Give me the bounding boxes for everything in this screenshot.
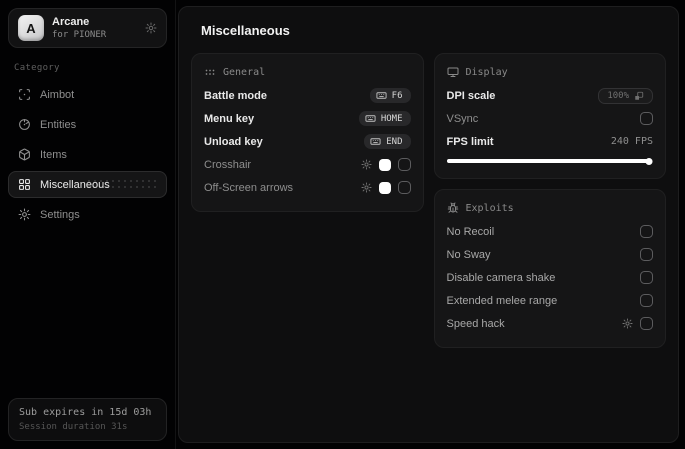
sidebar-item-label: Aimbot (40, 88, 75, 101)
brand-card: A Arcane for PIONER (8, 8, 167, 48)
dpi-scale-select[interactable]: 100% (598, 87, 653, 104)
monitor-icon (447, 66, 459, 78)
disable-camera-shake-row: Disable camera shake (446, 266, 653, 289)
fps-limit-value: 240 FPS (610, 136, 653, 147)
bug-icon (447, 202, 459, 214)
sidebar-item-miscellaneous[interactable]: Miscellaneous (8, 171, 167, 198)
exploits-header: Exploits (465, 202, 514, 214)
grid-icon (18, 178, 31, 191)
fps-limit-label: FPS limit (446, 135, 494, 148)
menu-key-label: Menu key (204, 112, 255, 125)
offscreen-arrows-settings-gear-icon[interactable] (360, 182, 372, 193)
keyboard-icon (376, 90, 387, 101)
extended-melee-range-checkbox[interactable] (640, 294, 653, 307)
sub-expiry-text: Sub expires in 15d 03h (19, 407, 152, 418)
no-recoil-label: No Recoil (446, 225, 495, 238)
unload-key-row: Unload key END (204, 130, 411, 153)
speed-hack-row: Speed hack (446, 312, 653, 335)
general-panel: General Battle mode F6 Menu key HOME Unl… (191, 53, 424, 212)
sidebar-item-aimbot[interactable]: Aimbot (8, 81, 167, 108)
crosshair-scan-icon (18, 88, 31, 101)
display-header: Display (465, 66, 508, 78)
no-recoil-checkbox[interactable] (640, 225, 653, 238)
fps-limit-row: FPS limit 240 FPS (447, 130, 654, 153)
dpi-scale-row: DPI scale 100% (446, 84, 653, 107)
fps-limit-slider[interactable] (446, 156, 653, 166)
extended-melee-range-label: Extended melee range (446, 294, 558, 307)
crosshair-label: Crosshair (204, 158, 252, 171)
gear-icon (18, 208, 31, 221)
crosshair-row: Crosshair (204, 153, 411, 176)
session-duration-text: Session duration 31s (19, 422, 128, 432)
sidebar-item-label: Items (40, 148, 67, 161)
fps-slider-fill (446, 159, 649, 163)
menu-key-keybind[interactable]: HOME (358, 111, 411, 126)
offscreen-arrows-checkbox[interactable] (397, 181, 411, 194)
sidebar-nav: Aimbot Entities Items Miscellaneous Sett… (8, 81, 167, 228)
general-header: General (223, 66, 266, 78)
speed-hack-label: Speed hack (446, 317, 505, 330)
battle-mode-row: Battle mode F6 (204, 84, 411, 107)
unload-key-label: Unload key (204, 135, 263, 148)
sidebar-item-label: Entities (40, 118, 77, 131)
scaling-icon (634, 91, 644, 101)
speed-hack-checkbox[interactable] (640, 317, 653, 330)
offscreen-arrows-color-swatch[interactable] (378, 181, 391, 194)
radar-icon (18, 118, 31, 131)
sidebar-item-items[interactable]: Items (8, 141, 167, 168)
exploits-panel: Exploits No Recoil No Sway Disable camer… (433, 189, 666, 348)
disable-camera-shake-checkbox[interactable] (640, 271, 653, 284)
extended-melee-range-row: Extended melee range (446, 289, 653, 312)
sidebar-item-settings[interactable]: Settings (8, 201, 167, 228)
brand-title: Arcane (52, 16, 90, 28)
box-icon (18, 148, 31, 161)
crosshair-settings-gear-icon[interactable] (360, 159, 372, 170)
sidebar-item-label: Miscellaneous (40, 178, 110, 191)
offscreen-arrows-row: Off-Screen arrows (204, 176, 411, 199)
menu-key-row: Menu key HOME (204, 107, 411, 130)
sidebar: A Arcane for PIONER Category Aimbot Enti… (0, 0, 176, 449)
vsync-row: VSync (446, 107, 653, 130)
category-label: Category (14, 63, 60, 73)
page-title: Miscellaneous (201, 23, 290, 38)
sidebar-item-entities[interactable]: Entities (8, 111, 167, 138)
subscription-info-card: Sub expires in 15d 03h Session duration … (8, 398, 167, 441)
dpi-scale-label: DPI scale (446, 89, 496, 102)
vsync-label: VSync (446, 112, 479, 125)
sidebar-item-label: Settings (40, 208, 80, 221)
vsync-checkbox[interactable] (640, 112, 653, 125)
battle-mode-keybind[interactable]: F6 (369, 88, 411, 103)
no-sway-checkbox[interactable] (640, 248, 653, 261)
speed-hack-settings-gear-icon[interactable] (622, 318, 633, 329)
brand-settings-gear-icon[interactable] (145, 22, 157, 34)
offscreen-arrows-label: Off-Screen arrows (204, 181, 294, 194)
disable-camera-shake-label: Disable camera shake (446, 271, 556, 284)
display-panel: Display DPI scale 100% VSync FPS limit 2… (433, 53, 666, 179)
brand-logo: A (18, 15, 44, 41)
fps-slider-knob[interactable] (645, 157, 653, 165)
crosshair-checkbox[interactable] (397, 158, 411, 171)
battle-mode-label: Battle mode (204, 89, 267, 102)
keyboard-icon (365, 113, 376, 124)
brand-subtitle: for PIONER (52, 30, 107, 40)
crosshair-color-swatch[interactable] (378, 158, 391, 171)
no-recoil-row: No Recoil (446, 220, 653, 243)
unload-key-keybind[interactable]: END (364, 134, 411, 149)
grip-dots-icon (204, 66, 216, 78)
no-sway-label: No Sway (446, 248, 491, 261)
keyboard-icon (370, 136, 381, 147)
main-panel: Miscellaneous General Battle mode F6 Men… (178, 6, 679, 443)
no-sway-row: No Sway (446, 243, 653, 266)
